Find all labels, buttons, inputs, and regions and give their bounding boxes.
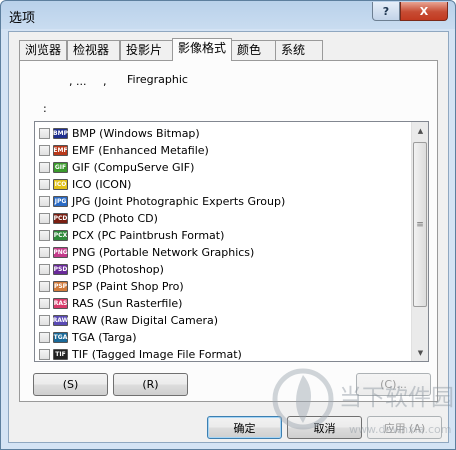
pcx-icon: PCX bbox=[53, 230, 68, 241]
tab-label: 检视器 bbox=[73, 43, 110, 57]
format-label: EMF (Enhanced Metafile) bbox=[72, 144, 209, 157]
format-list-item[interactable]: PCX PCX (PC Paintbrush Format) bbox=[39, 227, 224, 244]
tif-icon: TIF bbox=[53, 349, 68, 360]
format-checkbox[interactable] bbox=[39, 162, 50, 173]
tab-label: 影像格式 bbox=[178, 41, 227, 55]
format-list-item[interactable]: PSD PSD (Photoshop) bbox=[39, 261, 164, 278]
format-list[interactable]: BMP BMP (Windows Bitmap) EMF EMF (Enhanced … bbox=[34, 121, 429, 362]
format-list-item[interactable]: EMF EMF (Enhanced Metafile) bbox=[39, 142, 209, 159]
format-list-item[interactable]: PSP PSP (Paint Shop Pro) bbox=[39, 278, 184, 295]
list-scrollbar[interactable]: ▲ ≡ ▼ bbox=[411, 122, 428, 361]
format-label: GIF (CompuServe GIF) bbox=[72, 161, 195, 174]
tab-browser[interactable]: 浏览器 bbox=[19, 40, 67, 60]
scroll-up-arrow-icon[interactable]: ▲ bbox=[412, 122, 428, 139]
tab-label: 投影片 bbox=[126, 43, 163, 57]
close-icon: X bbox=[419, 4, 429, 18]
format-list-item[interactable]: ICO ICO (ICON) bbox=[39, 176, 131, 193]
image-formats-panel: , ... , Firegraphic : BMP BMP (Windows Bi… bbox=[19, 60, 438, 402]
emf-icon: EMF bbox=[53, 145, 68, 156]
ico-icon: ICO bbox=[53, 179, 68, 190]
format-label: JPG (Joint Photographic Experts Group) bbox=[72, 195, 286, 208]
window-title: 选项 bbox=[9, 11, 36, 26]
format-checkbox[interactable] bbox=[39, 281, 50, 292]
format-label: PCD (Photo CD) bbox=[72, 212, 158, 225]
format-list-item[interactable]: TIF TIF (Tagged Image File Format) bbox=[39, 346, 242, 361]
format-label: PCX (PC Paintbrush Format) bbox=[72, 229, 225, 242]
list-label: : bbox=[43, 102, 47, 115]
format-checkbox[interactable] bbox=[39, 128, 50, 139]
tab-slideshow[interactable]: 投影片 bbox=[120, 40, 173, 60]
scroll-down-arrow-icon[interactable]: ▼ bbox=[412, 344, 428, 361]
bmp-icon: BMP bbox=[53, 128, 68, 139]
description-text: , bbox=[103, 75, 107, 88]
button-label: 应用 (A) bbox=[383, 421, 426, 435]
jpg-icon: JPG bbox=[53, 196, 68, 207]
tga-icon: TGA bbox=[53, 332, 68, 343]
format-checkbox[interactable] bbox=[39, 179, 50, 190]
format-checkbox[interactable] bbox=[39, 315, 50, 326]
format-list-item[interactable]: PCD PCD (Photo CD) bbox=[39, 210, 158, 227]
format-label: PNG (Portable Network Graphics) bbox=[72, 246, 255, 259]
description-text: , ... bbox=[69, 75, 87, 88]
ok-button[interactable]: 确定 bbox=[207, 416, 282, 439]
select-all-button[interactable]: (S) bbox=[33, 373, 108, 396]
format-label: RAW (Raw Digital Camera) bbox=[72, 314, 219, 327]
format-list-item[interactable]: GIF GIF (CompuServe GIF) bbox=[39, 159, 194, 176]
tab-label: 系统 bbox=[281, 43, 306, 57]
psd-icon: PSD bbox=[53, 264, 68, 275]
description-app-name: Firegraphic bbox=[127, 73, 188, 86]
tab-colors[interactable]: 颜色 bbox=[231, 40, 276, 60]
tab-label: 颜色 bbox=[237, 43, 262, 57]
tab-system[interactable]: 系统 bbox=[275, 40, 323, 60]
format-list-item[interactable]: RAS RAS (Sun Rasterfile) bbox=[39, 295, 182, 312]
format-label: ICO (ICON) bbox=[72, 178, 132, 191]
format-checkbox[interactable] bbox=[39, 196, 50, 207]
button-label: (R) bbox=[142, 378, 159, 391]
button-label: (S) bbox=[62, 378, 79, 391]
tab-image-formats[interactable]: 影像格式 bbox=[172, 38, 232, 61]
options-dialog: 选项 ? X 浏览器 检视器 投影片 影像格式 颜色 系统 , ... , Fi… bbox=[0, 0, 456, 450]
close-button[interactable]: X bbox=[400, 2, 448, 21]
format-list-item[interactable]: PNG PNG (Portable Network Graphics) bbox=[39, 244, 254, 261]
format-label: TIF (Tagged Image File Format) bbox=[72, 348, 242, 361]
raw-icon: RAW bbox=[52, 315, 69, 326]
dialog-body: 浏览器 检视器 投影片 影像格式 颜色 系统 , ... , Firegraph… bbox=[8, 31, 449, 443]
scroll-thumb[interactable]: ≡ bbox=[413, 142, 427, 307]
apply-button[interactable]: 应用 (A) bbox=[367, 416, 442, 439]
format-list-item[interactable]: JPG JPG (Joint Photographic Experts Group… bbox=[39, 193, 285, 210]
format-checkbox[interactable] bbox=[39, 145, 50, 156]
png-icon: PNG bbox=[53, 247, 68, 258]
button-label: 取消 bbox=[313, 421, 336, 435]
format-checkbox[interactable] bbox=[39, 213, 50, 224]
cancel-button[interactable]: 取消 bbox=[287, 416, 362, 439]
format-label: BMP (Windows Bitmap) bbox=[72, 127, 200, 140]
format-label: PSP (Paint Shop Pro) bbox=[72, 280, 184, 293]
custom-button[interactable]: (C)... bbox=[356, 373, 431, 396]
format-checkbox[interactable] bbox=[39, 332, 50, 343]
format-label: RAS (Sun Rasterfile) bbox=[72, 297, 183, 310]
format-checkbox[interactable] bbox=[39, 298, 50, 309]
format-label: TGA (Targa) bbox=[72, 331, 137, 344]
title-bar[interactable]: 选项 ? X bbox=[1, 1, 455, 31]
help-button[interactable]: ? bbox=[372, 2, 400, 21]
gif-icon: GIF bbox=[53, 162, 68, 173]
format-list-item[interactable]: RAW RAW (Raw Digital Camera) bbox=[39, 312, 218, 329]
button-label: (C)... bbox=[380, 378, 407, 391]
button-label: 确定 bbox=[233, 421, 256, 435]
format-label: PSD (Photoshop) bbox=[72, 263, 164, 276]
tab-viewer[interactable]: 检视器 bbox=[67, 40, 120, 60]
format-checkbox[interactable] bbox=[39, 349, 50, 360]
format-list-item[interactable]: BMP BMP (Windows Bitmap) bbox=[39, 125, 200, 142]
help-icon: ? bbox=[382, 4, 390, 18]
pcd-icon: PCD bbox=[53, 213, 68, 224]
ras-icon: RAS bbox=[53, 298, 68, 309]
reverse-selection-button[interactable]: (R) bbox=[113, 373, 188, 396]
format-checkbox[interactable] bbox=[39, 247, 50, 258]
psp-icon: PSP bbox=[53, 281, 68, 292]
format-list-item[interactable]: TGA TGA (Targa) bbox=[39, 329, 137, 346]
tab-label: 浏览器 bbox=[25, 43, 62, 57]
format-checkbox[interactable] bbox=[39, 264, 50, 275]
format-checkbox[interactable] bbox=[39, 230, 50, 241]
